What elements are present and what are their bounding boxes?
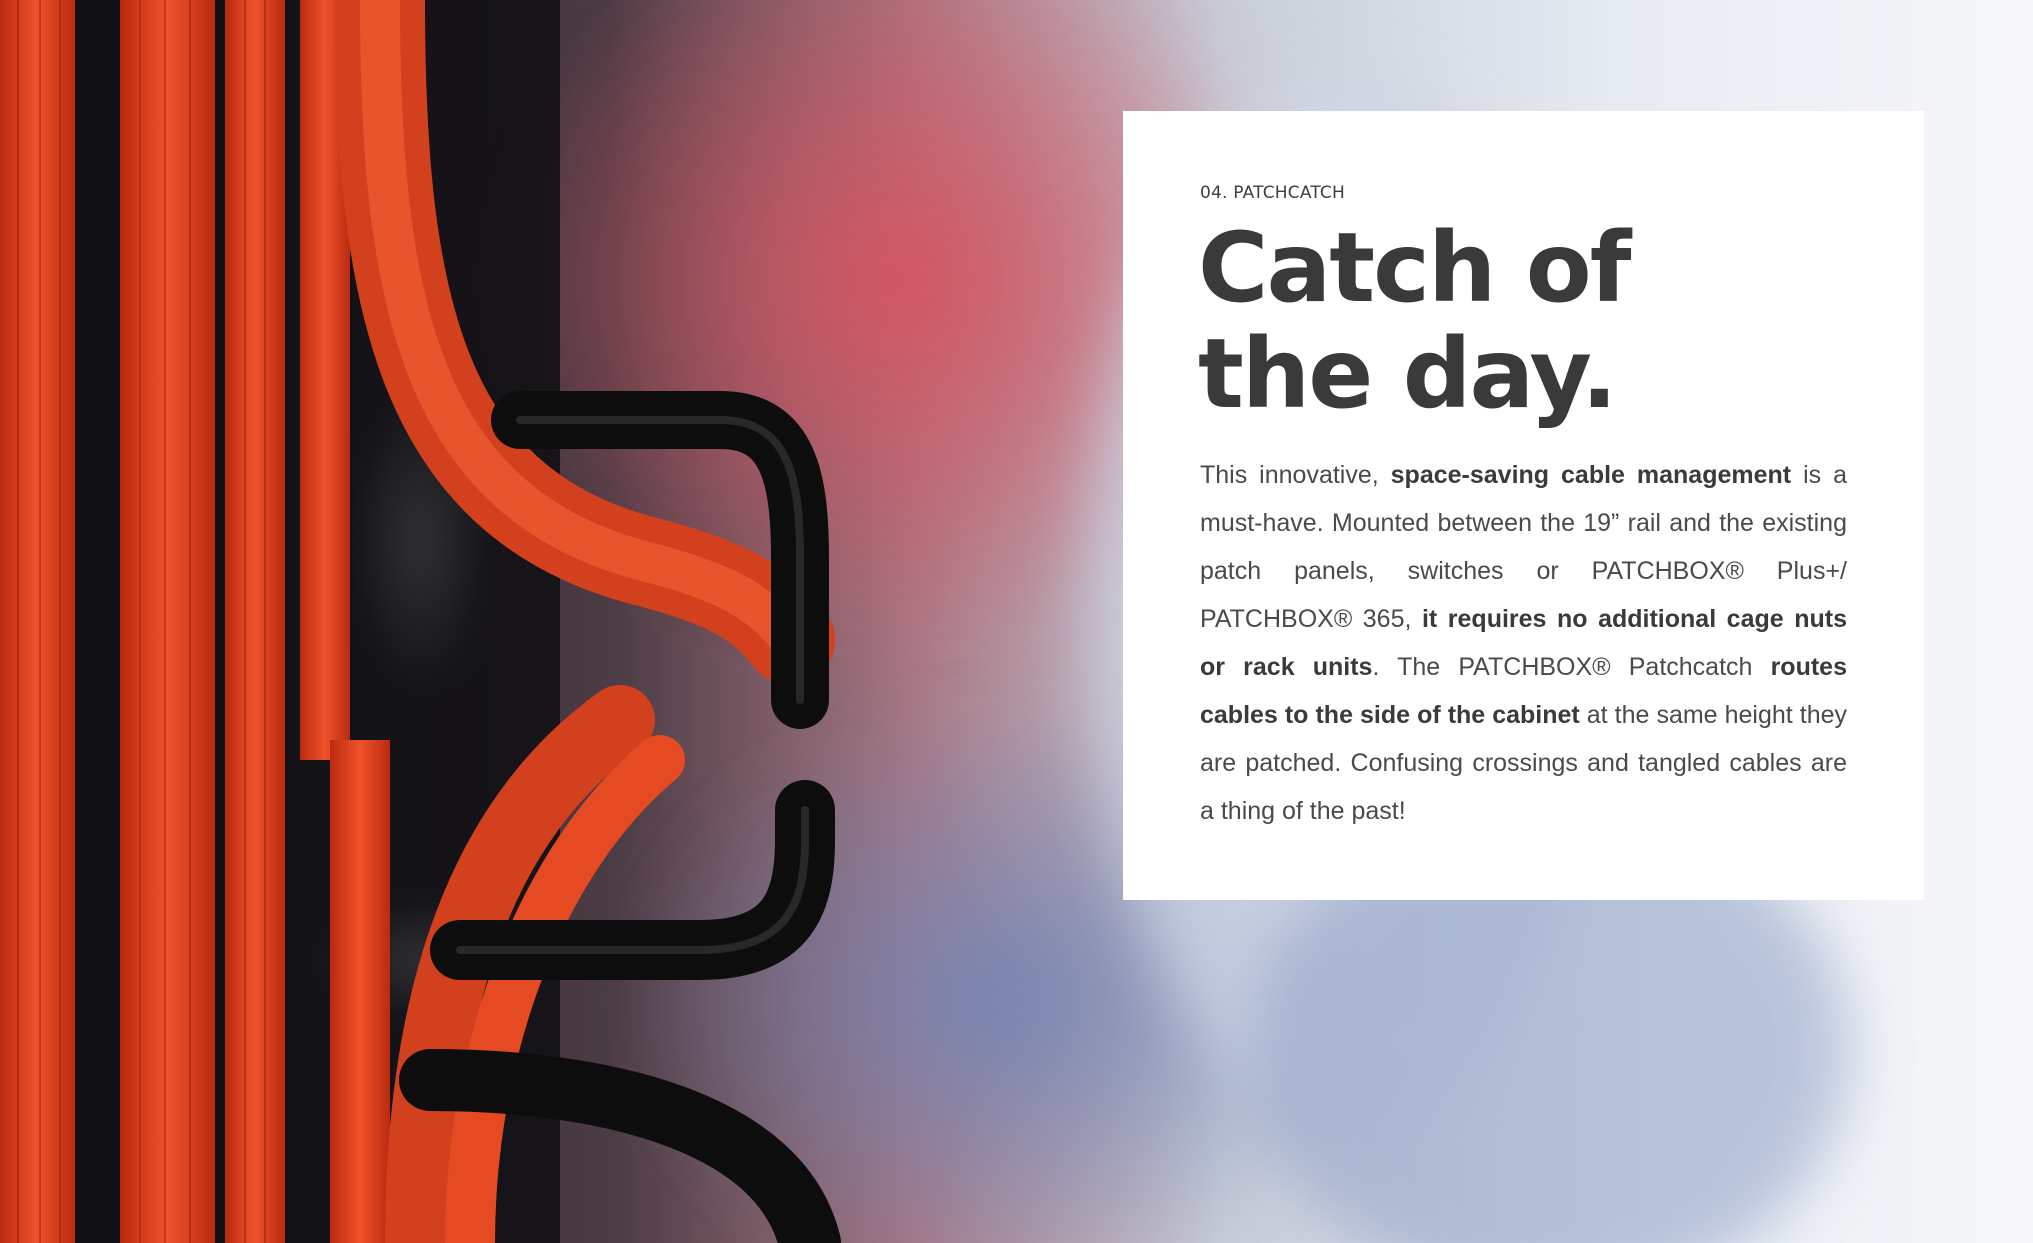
text-card: 04. PATCHCATCH Catch of the day. This in… [1123, 111, 1924, 900]
section-label: 04. PATCHCATCH [1200, 183, 1345, 203]
headline-line-1: Catch of [1198, 212, 1632, 324]
body-paragraph: This innovative, space-saving cable mana… [1200, 451, 1847, 835]
cable-bundle-left [0, 0, 390, 1243]
body-bold-1: space-saving cable management [1390, 461, 1792, 489]
headline-line-2: the day. [1198, 318, 1618, 430]
brochure-page: 04. PATCHCATCH Catch of the day. This in… [0, 0, 2033, 1243]
headline: Catch of the day. [1198, 215, 1878, 427]
body-text-3: . The PATCHBOX® Patchcatch [1372, 653, 1771, 681]
body-text-1: This innovative, [1200, 461, 1391, 489]
